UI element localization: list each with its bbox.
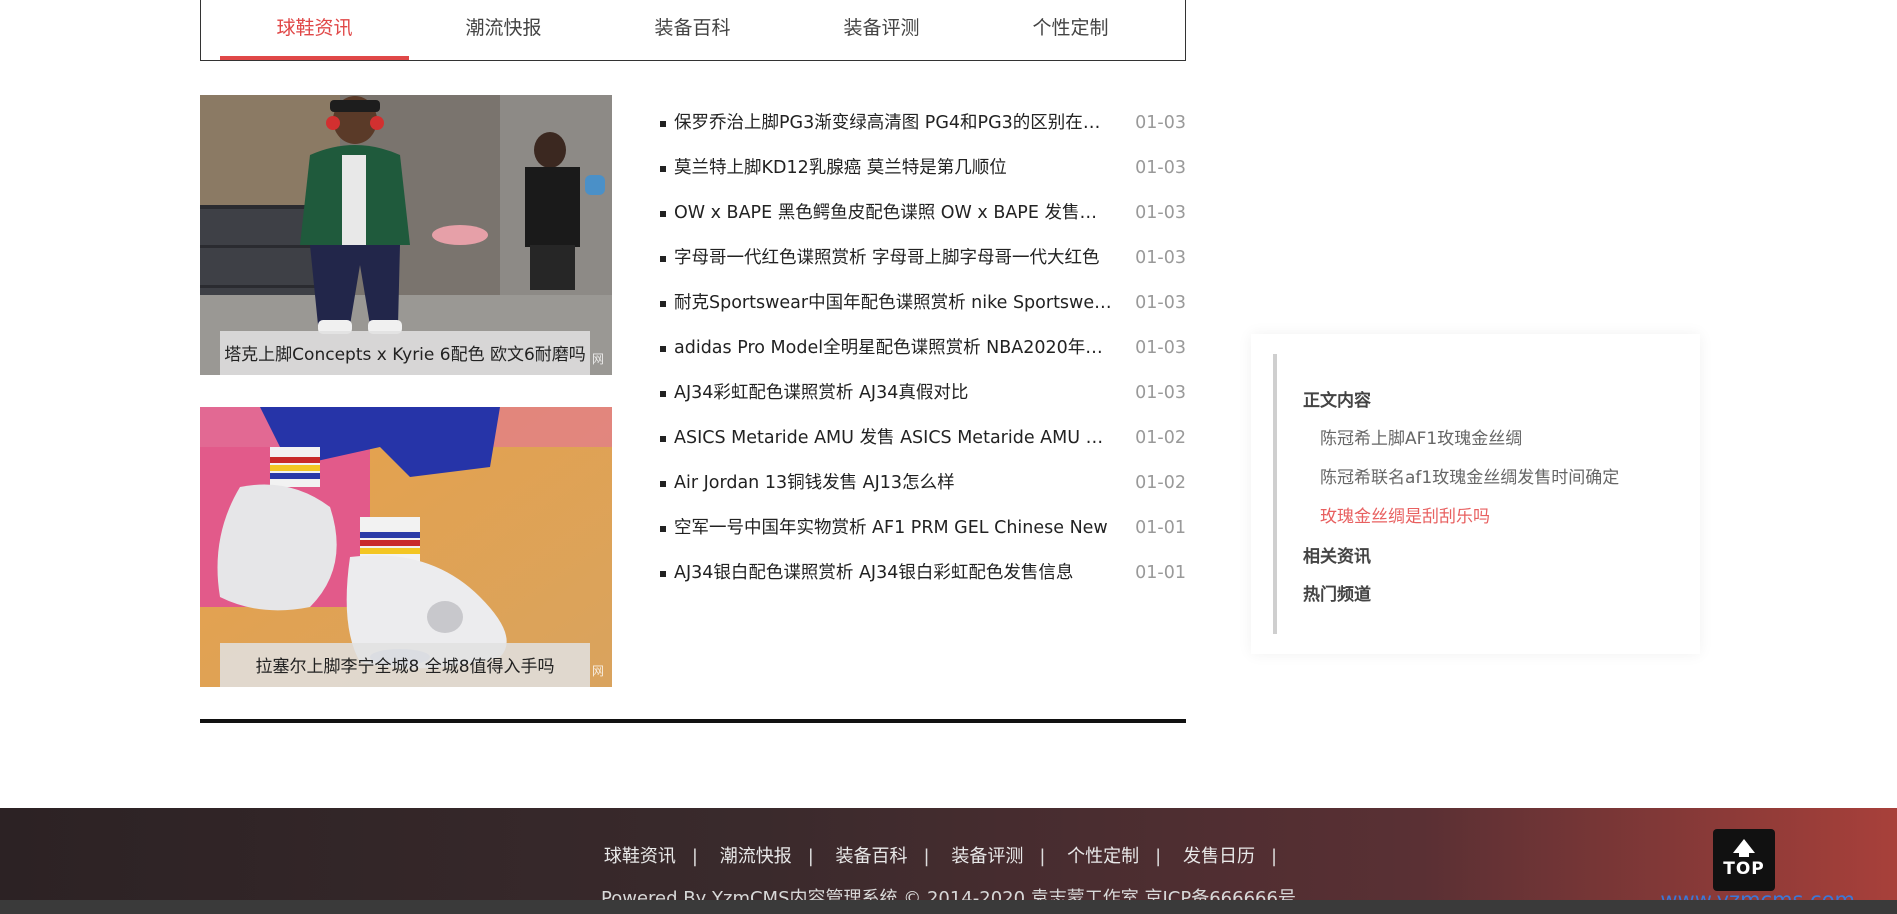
feature-card-2[interactable]: 拉塞尔上脚李宁全城8 全城8值得入手吗 网: [200, 407, 612, 687]
news-item[interactable]: 字母哥一代红色谍照赏析 字母哥上脚字母哥一代大红色 01-03: [660, 240, 1186, 285]
news-date: 01-03: [1135, 338, 1186, 358]
news-date: 01-03: [1135, 293, 1186, 313]
outline-item[interactable]: 陈冠希上脚AF1玫瑰金丝绸: [1320, 424, 1522, 449]
tab-sneaker-news[interactable]: 球鞋资讯: [220, 0, 409, 60]
news-title[interactable]: adidas Pro Model全明星配色谍照赏析 NBA2020年全明: [674, 330, 1114, 366]
back-to-top-label: TOP: [1723, 859, 1765, 879]
category-tabs: 球鞋资讯 潮流快报 装备百科 装备评测 个性定制: [200, 0, 1186, 61]
feature-caption-1[interactable]: 塔克上脚Concepts x Kyrie 6配色 欧文6耐磨吗: [220, 331, 590, 375]
feature-card-1[interactable]: 塔克上脚Concepts x Kyrie 6配色 欧文6耐磨吗 网: [200, 95, 612, 375]
news-title[interactable]: AJ34彩虹配色谍照赏析 AJ34真假对比: [674, 375, 1114, 411]
tab-gear-wiki[interactable]: 装备百科: [598, 0, 787, 60]
footer-link-sneaker-news[interactable]: 球鞋资讯: [604, 846, 676, 867]
news-title[interactable]: 莫兰特上脚KD12乳腺癌 莫兰特是第几顺位: [674, 150, 1114, 186]
section-divider: [200, 719, 1186, 723]
watermark-icon: 网: [591, 352, 604, 366]
news-date: 01-02: [1135, 428, 1186, 448]
bullet-icon: [660, 211, 666, 217]
news-list: 保罗乔治上脚PG3渐变绿高清图 PG4和PG3的区别在哪里 01-03 莫兰特上脚…: [660, 105, 1186, 600]
news-item[interactable]: Air Jordan 13铜钱发售 AJ13怎么样 01-02: [660, 465, 1186, 510]
news-item[interactable]: AJ34彩虹配色谍照赏析 AJ34真假对比 01-03: [660, 375, 1186, 420]
outline-heading-related[interactable]: 相关资讯: [1303, 542, 1371, 567]
bullet-icon: [660, 301, 666, 307]
news-title[interactable]: AJ34银白配色谍照赏析 AJ34银白彩虹配色发售信息: [674, 555, 1114, 591]
site-footer: 球鞋资讯 | 潮流快报 | 装备百科 | 装备评测 | 个性定制 | 发售日历 | Powe…: [0, 808, 1897, 914]
outline-item[interactable]: 陈冠希联名af1玫瑰金丝绸发售时间确定: [1320, 463, 1619, 488]
news-date: 01-03: [1135, 158, 1186, 178]
news-title[interactable]: OW x BAPE 黑色鳄鱼皮配色谍照 OW x BAPE 发售信息: [674, 195, 1114, 231]
article-outline-panel: 正文内容 陈冠希上脚AF1玫瑰金丝绸 陈冠希联名af1玫瑰金丝绸发售时间确定 玫…: [1251, 334, 1700, 654]
news-date: 01-03: [1135, 383, 1186, 403]
news-title[interactable]: 空军一号中国年实物赏析 AF1 PRM GEL Chinese New: [674, 510, 1114, 546]
bullet-icon: [660, 436, 666, 442]
news-item[interactable]: ASICS Metaride AMU 发售 ASICS Metaride AMU…: [660, 420, 1186, 465]
news-item[interactable]: OW x BAPE 黑色鳄鱼皮配色谍照 OW x BAPE 发售信息 01-03: [660, 195, 1186, 240]
watermark-icon: 网: [591, 664, 604, 678]
bullet-icon: [660, 256, 666, 262]
os-taskbar: [0, 900, 1897, 914]
news-date: 01-03: [1135, 248, 1186, 268]
news-title[interactable]: 保罗乔治上脚PG3渐变绿高清图 PG4和PG3的区别在哪里: [674, 105, 1114, 141]
news-date: 01-03: [1135, 113, 1186, 133]
news-title[interactable]: Air Jordan 13铜钱发售 AJ13怎么样: [674, 465, 1114, 501]
bullet-icon: [660, 121, 666, 127]
news-date: 01-03: [1135, 203, 1186, 223]
footer-links: 球鞋资讯 | 潮流快报 | 装备百科 | 装备评测 | 个性定制 | 发售日历 |: [603, 846, 1278, 867]
feature-caption-2[interactable]: 拉塞尔上脚李宁全城8 全城8值得入手吗: [220, 643, 590, 687]
bullet-icon: [660, 391, 666, 397]
tab-gear-review[interactable]: 装备评测: [787, 0, 976, 60]
news-item[interactable]: AJ34银白配色谍照赏析 AJ34银白彩虹配色发售信息 01-01: [660, 555, 1186, 600]
outline-bar: [1273, 354, 1277, 634]
footer-link-gear-review[interactable]: 装备评测: [951, 846, 1023, 867]
news-title[interactable]: 耐克Sportswear中国年配色谍照赏析 nike Sportswea...: [674, 285, 1114, 321]
news-date: 01-01: [1135, 563, 1186, 583]
news-title[interactable]: ASICS Metaride AMU 发售 ASICS Metaride AMU…: [674, 420, 1114, 456]
bullet-icon: [660, 526, 666, 532]
footer-link-release-calendar[interactable]: 发售日历: [1183, 846, 1255, 867]
bullet-icon: [660, 166, 666, 172]
news-item[interactable]: 莫兰特上脚KD12乳腺癌 莫兰特是第几顺位 01-03: [660, 150, 1186, 195]
back-to-top-button[interactable]: TOP: [1713, 829, 1775, 891]
outline-item-active[interactable]: 玫瑰金丝绸是刮刮乐吗: [1320, 502, 1490, 527]
bullet-icon: [660, 571, 666, 577]
news-item[interactable]: 空军一号中国年实物赏析 AF1 PRM GEL Chinese New 01-01: [660, 510, 1186, 555]
news-date: 01-02: [1135, 473, 1186, 493]
news-item[interactable]: 保罗乔治上脚PG3渐变绿高清图 PG4和PG3的区别在哪里 01-03: [660, 105, 1186, 150]
bullet-icon: [660, 481, 666, 487]
news-item[interactable]: 耐克Sportswear中国年配色谍照赏析 nike Sportswea... 0…: [660, 285, 1186, 330]
footer-link-gear-wiki[interactable]: 装备百科: [836, 846, 908, 867]
footer-link-custom[interactable]: 个性定制: [1067, 846, 1139, 867]
footer-link-trend-news[interactable]: 潮流快报: [720, 846, 792, 867]
news-title[interactable]: 字母哥一代红色谍照赏析 字母哥上脚字母哥一代大红色: [674, 240, 1114, 276]
news-item[interactable]: adidas Pro Model全明星配色谍照赏析 NBA2020年全明 01-0…: [660, 330, 1186, 375]
outline-heading-hot[interactable]: 热门频道: [1303, 580, 1371, 605]
bullet-icon: [660, 346, 666, 352]
news-date: 01-01: [1135, 518, 1186, 538]
tab-trend-news[interactable]: 潮流快报: [409, 0, 598, 60]
tab-custom[interactable]: 个性定制: [976, 0, 1165, 60]
outline-heading-content[interactable]: 正文内容: [1303, 386, 1371, 411]
